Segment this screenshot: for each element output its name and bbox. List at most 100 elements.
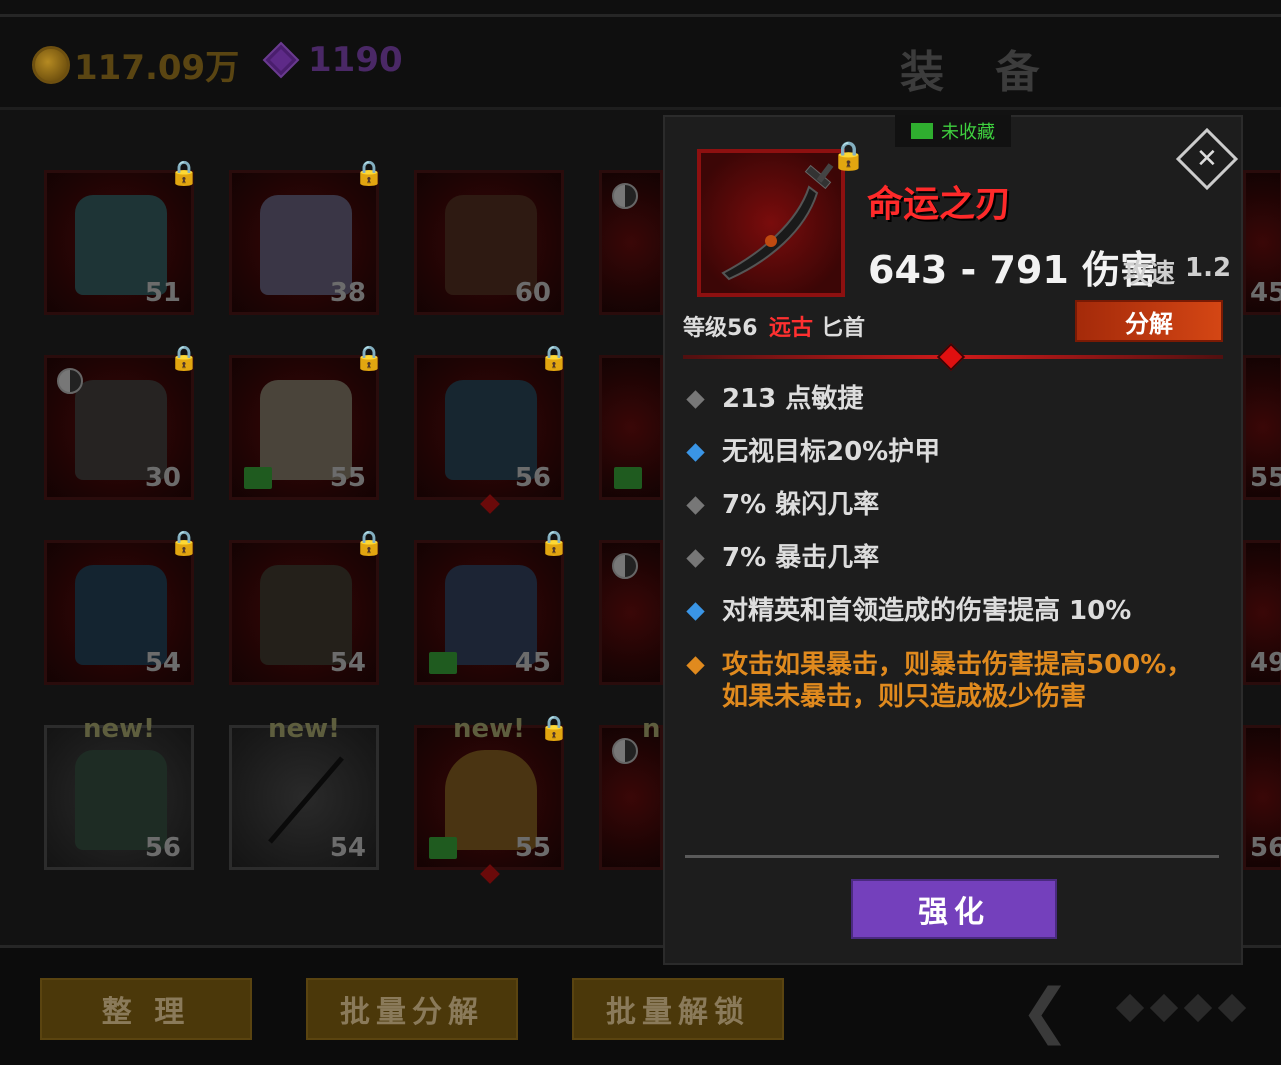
inventory-slot[interactable]: 45 (1243, 170, 1281, 315)
item-level: 55 (1250, 463, 1281, 493)
yin-yang-icon (612, 738, 638, 764)
top-bar: 117.09万 1190 装 备 (0, 0, 1281, 110)
prev-page-arrow-icon[interactable]: ❮ (1020, 976, 1070, 1046)
item-level: 56 (1250, 833, 1281, 863)
book-icon (429, 652, 457, 674)
lock-icon: 🔒 (831, 139, 866, 172)
page-dot (1217, 993, 1247, 1023)
item-level: 38 (329, 278, 366, 308)
inventory-slot[interactable]: 49 (1243, 540, 1281, 685)
attack-speed-value: 1.2 (1185, 253, 1232, 283)
inventory-slot[interactable]: 🔒 45 (414, 529, 569, 685)
red-diamond-marker (480, 494, 500, 514)
item-damage: 643 - 791 伤害 (868, 248, 1159, 292)
stat-text: 7% 暴击几率 (722, 543, 880, 573)
inventory-slot[interactable]: 56 (1243, 725, 1281, 870)
gem-icon (262, 41, 300, 79)
top-divider (0, 14, 1281, 17)
page-dot (1115, 993, 1145, 1023)
item-level: 54 (144, 648, 181, 678)
item-level: 55 (329, 463, 366, 493)
decompose-button[interactable]: 分解 (1075, 300, 1223, 342)
lock-icon: 🔒 (539, 344, 569, 372)
inventory-slot[interactable]: 🔒 54 (229, 529, 384, 685)
item-icon-frame (697, 149, 845, 297)
lock-icon: 🔒 (539, 529, 569, 557)
page-dot (1149, 993, 1179, 1023)
lock-icon: 🔒 (354, 344, 384, 372)
item-level: 54 (329, 833, 366, 863)
batch-decompose-button[interactable]: 批量分解 (306, 978, 518, 1040)
close-icon: ✕ (1196, 143, 1218, 174)
inventory-slot[interactable]: 🔒 38 (229, 159, 384, 315)
sort-button[interactable]: 整 理 (40, 978, 252, 1040)
inventory-slot[interactable]: 🔒 56 (414, 344, 569, 514)
page-title: 装 备 (900, 47, 1058, 98)
stat-diamond-icon (686, 656, 705, 675)
inventory-slot[interactable]: 55 (1243, 355, 1281, 500)
item-level: 45 (1250, 278, 1281, 308)
inventory-slot[interactable]: 🔒 54 (44, 529, 199, 685)
close-button[interactable]: ✕ (1175, 127, 1239, 191)
stat-diamond-icon (686, 390, 705, 409)
stat-diamond-icon (686, 496, 705, 515)
item-level: 51 (144, 278, 181, 308)
yin-yang-icon (57, 368, 83, 394)
divider (685, 855, 1219, 858)
item-level: 56 (144, 833, 181, 863)
item-level: 49 (1250, 648, 1281, 678)
stat-diamond-icon (686, 602, 705, 621)
new-badge: new! (82, 714, 156, 744)
stat-diamond-icon (686, 443, 705, 462)
inventory-slot[interactable] (599, 170, 663, 315)
stat-text: 无视目标20%护甲 (722, 437, 941, 467)
lock-icon: 🔒 (169, 529, 199, 557)
inventory-slot[interactable]: 60 (414, 170, 564, 315)
new-badge: new! (267, 714, 341, 744)
lock-icon: 🔒 (354, 159, 384, 187)
batch-unlock-button[interactable]: 批量解锁 (572, 978, 784, 1040)
lock-icon: 🔒 (354, 529, 384, 557)
collect-label: 未收藏 (941, 122, 995, 143)
coin-icon (32, 45, 70, 84)
inventory-slot[interactable]: new! 56 (44, 714, 194, 870)
collect-status[interactable]: 未收藏 (895, 115, 1011, 147)
coin-value: 117.09万 (74, 48, 240, 88)
inventory-slot[interactable]: 🔒 30 (44, 344, 199, 500)
stat-line: 213 点敏捷 (686, 383, 864, 415)
page-dot (1183, 993, 1213, 1023)
inventory-slot[interactable]: new! 🔒 55 (414, 714, 569, 884)
yin-yang-icon (612, 553, 638, 579)
lock-icon: 🔒 (169, 159, 199, 187)
lock-icon: 🔒 (169, 344, 199, 372)
item-level: 56 (514, 463, 551, 493)
enhance-button[interactable]: 强化 (851, 879, 1057, 939)
item-level: 54 (329, 648, 366, 678)
stat-text: 7% 躲闪几率 (722, 490, 880, 520)
stat-line: 无视目标20%护甲 (686, 436, 941, 468)
inventory-slot[interactable]: 🔒 51 (44, 159, 199, 315)
inventory-slot[interactable]: new! 54 (229, 714, 379, 870)
dagger-icon (721, 163, 834, 281)
coin-counter: 117.09万 (32, 40, 239, 89)
inventory-slot[interactable] (599, 355, 663, 500)
new-badge: n (642, 714, 661, 744)
stat-text: 213 点敏捷 (722, 384, 864, 414)
item-name: 命运之刃 (867, 184, 1012, 225)
stat-diamond-icon (686, 549, 705, 568)
gem-counter: 1190 (262, 40, 403, 80)
stat-line: 7% 躲闪几率 (686, 489, 880, 521)
book-icon (614, 467, 642, 489)
red-diamond-marker (480, 864, 500, 884)
lock-icon: 🔒 (539, 714, 569, 742)
item-rarity: 远古 (769, 316, 814, 341)
stat-line: 攻击如果暴击，则暴击伤害提高500%，如果未暴击，则只造成极少伤害 (686, 649, 1209, 713)
inventory-slot[interactable]: n (599, 714, 663, 870)
inventory-slot[interactable] (599, 540, 663, 685)
item-level: 55 (514, 833, 551, 863)
inventory-slot[interactable]: 🔒 55 (229, 344, 384, 500)
red-diamond-icon (936, 342, 966, 372)
book-icon (911, 123, 933, 139)
item-level: 45 (514, 648, 551, 678)
item-level: 30 (144, 463, 181, 493)
